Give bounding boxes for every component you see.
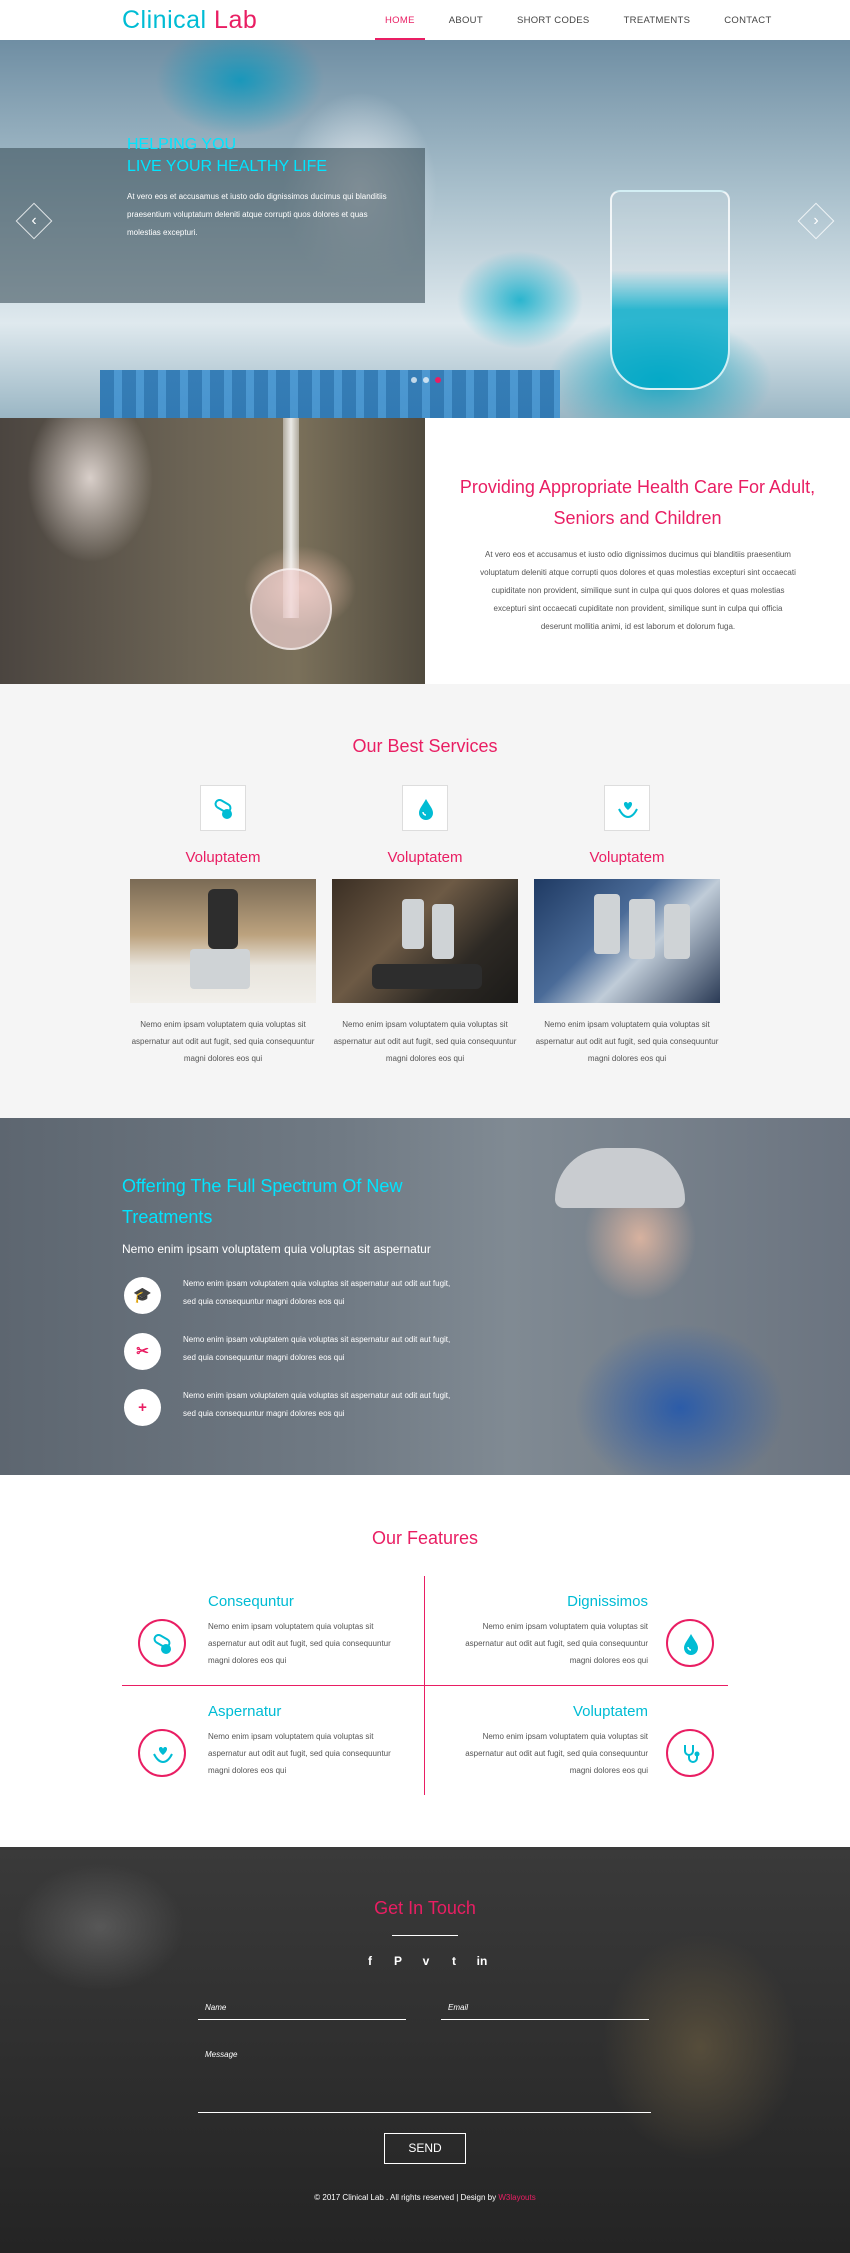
nav-item-treatments[interactable]: TREATMENTS [614,0,701,40]
service-title: Voluptatem [589,849,665,866]
stethoscope-icon [666,1729,714,1777]
feature-item: Voluptatem Nemo enim ipsam voluptatem qu… [428,1703,728,1793]
service-image-microscope [332,879,518,1003]
nav-item-home[interactable]: HOME [375,0,425,40]
heart-hands-icon [604,785,650,831]
treatment-item: ✂ Nemo enim ipsam voluptatem quia volupt… [122,1331,462,1371]
slider-next-button[interactable]: › [797,202,835,240]
feature-title: Aspernatur [208,1703,282,1720]
hero-text: At vero eos et accusamus et iusto odio d… [127,192,387,237]
plus-icon: + [124,1389,161,1426]
treatment-item: 🎓 Nemo enim ipsam voluptatem quia volupt… [122,1275,462,1315]
service-title: Voluptatem [185,849,261,866]
site-logo[interactable]: Clinical Lab [122,6,257,35]
slider-dots [411,377,441,383]
drops-icon [666,1619,714,1667]
drops-icon [402,785,448,831]
about-image-flask [250,568,332,650]
treatments-title: Offering The Full Spectrum Of New Treatm… [122,1176,403,1227]
nav-item-contact[interactable]: CONTACT [714,0,781,40]
message-field[interactable] [198,2112,651,2113]
features-divider-horizontal [122,1685,728,1686]
feature-title: Dignissimos [567,1593,648,1610]
main-menu: HOME ABOUT SHORT CODES TREATMENTS CONTAC… [375,0,796,40]
about-text: At vero eos et accusamus et iusto odio d… [480,550,796,631]
twitter-icon[interactable]: t [447,1954,461,1968]
hero-image-flask [610,190,730,390]
designer-link[interactable]: W3layouts [498,2193,535,2202]
feature-text: Nemo enim ipsam voluptatem quia voluptas… [208,1622,391,1665]
slider-dot[interactable] [423,377,429,383]
service-text: Nemo enim ipsam voluptatem quia voluptas… [131,1020,315,1063]
treatment-item: + Nemo enim ipsam voluptatem quia volupt… [122,1387,462,1427]
features-title: Our Features [371,1528,479,1548]
vimeo-icon[interactable]: v [419,1954,433,1968]
services-section: Our Best Services Voluptatem Nemo enim i… [0,684,850,1118]
linkedin-icon[interactable]: in [475,1954,489,1968]
services-title: Our Best Services [352,736,498,756]
nav-item-short-codes[interactable]: SHORT CODES [507,0,600,40]
feature-item: Dignissimos Nemo enim ipsam voluptatem q… [428,1593,728,1683]
pills-icon [200,785,246,831]
slider-dot-active[interactable] [435,377,441,383]
name-field-label: Name [205,2003,227,2012]
service-image-microscope [130,879,316,1003]
copyright-text: © 2017 Clinical Lab . All rights reserve… [314,2193,497,2202]
hero-title: HELPING YOU LIVE YOUR HEALTHY LIFE [127,134,327,178]
hero-title-line1: HELPING YOU [127,136,237,153]
nav-item-about[interactable]: ABOUT [439,0,493,40]
social-links: f P v t in [363,1954,489,1968]
scissors-icon: ✂ [124,1333,161,1370]
feature-text: Nemo enim ipsam voluptatem quia voluptas… [465,1622,648,1665]
feature-text: Nemo enim ipsam voluptatem quia voluptas… [465,1732,648,1775]
contact-title: Get In Touch [374,1898,476,1918]
pinterest-icon[interactable]: P [391,1954,405,1968]
treatments-image-doctor [555,1148,685,1208]
treatments-subtitle: Nemo enim ipsam voluptatem quia voluptas… [122,1242,431,1256]
feature-item: Consequntur Nemo enim ipsam voluptatem q… [124,1593,424,1683]
chevron-left-icon: ‹ [31,212,37,229]
send-button[interactable]: SEND [384,2133,466,2164]
service-image-microscope [534,879,720,1003]
hero-title-line2: LIVE YOUR HEALTHY LIFE [127,158,328,175]
hero-image-rack [100,370,560,418]
feature-title: Voluptatem [572,1703,648,1720]
message-field-label: Message [205,2050,238,2059]
treatment-text: Nemo enim ipsam voluptatem quia voluptas… [183,1279,451,1306]
facebook-icon[interactable]: f [363,1954,377,1968]
pills-icon [138,1619,186,1667]
feature-item: Aspernatur Nemo enim ipsam voluptatem qu… [124,1703,424,1793]
service-title: Voluptatem [387,849,463,866]
feature-text: Nemo enim ipsam voluptatem quia voluptas… [208,1732,391,1775]
top-nav: Clinical Lab HOME ABOUT SHORT CODES TREA… [0,0,850,40]
chevron-right-icon: › [813,212,819,229]
email-field[interactable] [441,2019,649,2020]
about-image [0,418,425,684]
heart-hands-icon [138,1729,186,1777]
graduation-cap-icon: 🎓 [124,1277,161,1314]
treatment-text: Nemo enim ipsam voluptatem quia voluptas… [183,1335,451,1362]
feature-title: Consequntur [208,1593,294,1610]
logo-main: Clinical [122,6,207,34]
service-text: Nemo enim ipsam voluptatem quia voluptas… [333,1020,517,1063]
name-field[interactable] [198,2019,406,2020]
treatment-text: Nemo enim ipsam voluptatem quia voluptas… [183,1391,451,1418]
logo-accent: Lab [214,6,258,34]
slider-dot[interactable] [411,377,417,383]
email-field-label: Email [448,2003,469,2012]
about-title: Providing Appropriate Health Care For Ad… [459,477,816,528]
contact-title-underline [392,1935,458,1936]
footer-copyright: © 2017 Clinical Lab . All rights reserve… [0,2193,850,2202]
service-text: Nemo enim ipsam voluptatem quia voluptas… [535,1020,719,1063]
